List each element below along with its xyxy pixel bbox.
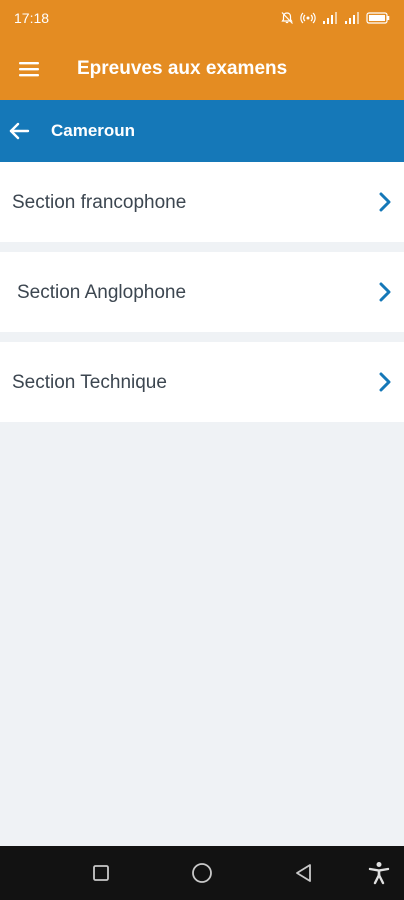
sub-header: Cameroun [0, 100, 404, 162]
app-title: Epreuves aux examens [77, 58, 288, 79]
section-francophone-item[interactable]: Section francophone [0, 162, 404, 242]
status-bar: 17:18 [0, 0, 404, 38]
system-nav-bar [0, 846, 404, 900]
signal-icon [323, 12, 337, 24]
signal-icon [345, 12, 359, 24]
sub-header-title: Cameroun [51, 121, 136, 140]
hamburger-menu-icon [19, 62, 39, 77]
chevron-right-icon [379, 192, 391, 212]
section-label: Section francophone [12, 192, 187, 213]
recent-apps-icon [93, 865, 109, 881]
recent-apps-button[interactable] [88, 860, 114, 886]
app-bar: Epreuves aux examens [0, 38, 404, 100]
back-icon [296, 864, 311, 882]
arrow-left-icon [9, 122, 30, 140]
section-technique-item[interactable]: Section Technique [0, 342, 404, 422]
accessibility-button[interactable] [366, 860, 392, 886]
back-button[interactable] [2, 114, 36, 148]
chevron-right-icon [379, 372, 391, 392]
status-time: 17:18 [14, 10, 50, 26]
section-label: Section Anglophone [17, 282, 187, 303]
accessibility-icon [368, 862, 390, 885]
home-icon [192, 863, 212, 883]
section-label: Section Technique [12, 372, 167, 393]
hotspot-icon [300, 12, 316, 24]
home-button[interactable] [189, 860, 215, 886]
battery-icon [366, 12, 390, 24]
mute-notifications-icon [281, 12, 293, 24]
chevron-right-icon [379, 282, 391, 302]
status-icons [280, 11, 390, 25]
nav-back-button[interactable] [291, 860, 317, 886]
section-anglophone-item[interactable]: Section Anglophone [0, 252, 404, 332]
screen: 17:18 Epreuves aux examens Cameroun Sect… [0, 0, 404, 900]
menu-button[interactable] [12, 52, 46, 86]
